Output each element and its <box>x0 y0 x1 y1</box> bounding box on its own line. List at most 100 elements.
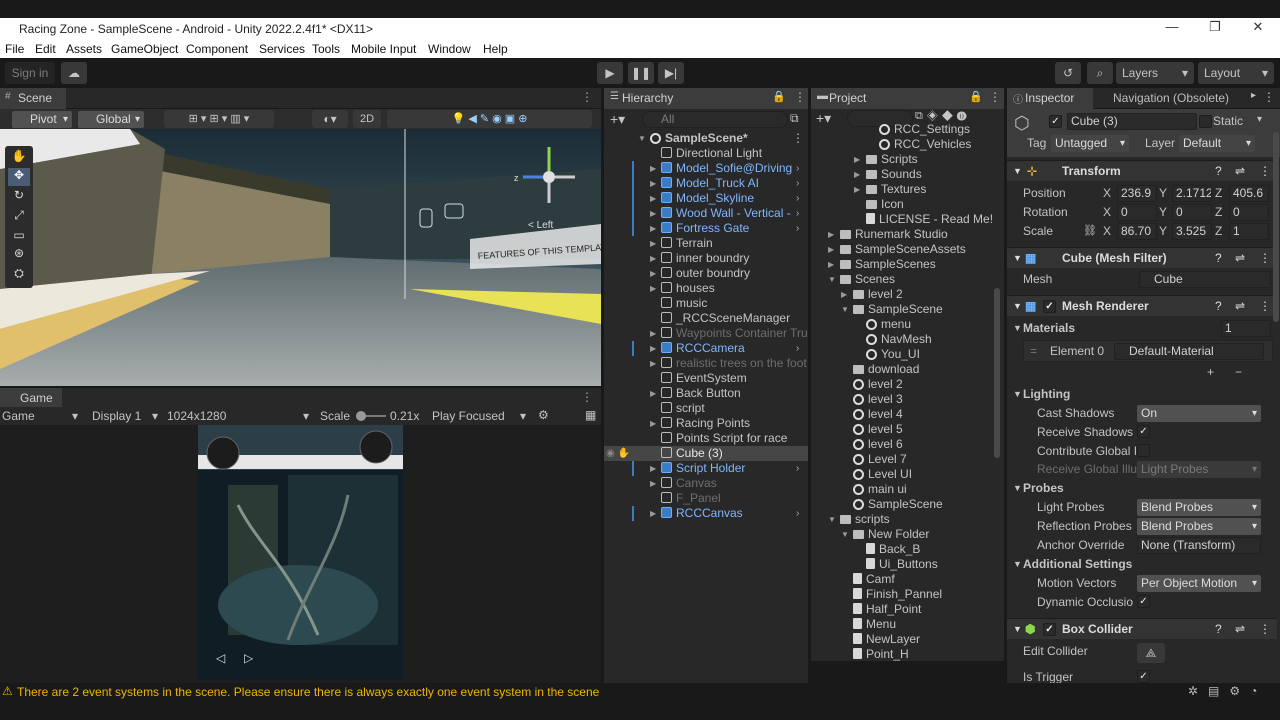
game-mode-dropdown[interactable]: Game ▾ <box>2 409 80 423</box>
expand-arrow-icon[interactable]: ▶ <box>650 326 656 341</box>
scene-root-more-icon[interactable]: ⋮ <box>792 131 804 146</box>
expand-arrow-icon[interactable]: ▶ <box>854 182 860 197</box>
transform-more-icon[interactable]: ⋮ <box>1259 161 1271 182</box>
static-dropdown-icon[interactable]: ▾ <box>1257 114 1262 125</box>
status-message[interactable]: There are 2 event systems in the scene. … <box>17 685 599 699</box>
hierarchy-item[interactable]: ▶ outer boundry <box>604 266 808 281</box>
expand-arrow-icon[interactable]: ▶ <box>854 152 860 167</box>
hierarchy-item[interactable]: ▶ Wood Wall - Vertical - › <box>604 206 808 221</box>
project-item[interactable]: level 4 <box>811 407 994 422</box>
hierarchy-item[interactable]: ▶ Racing Points <box>604 416 808 431</box>
menu-tools[interactable]: Tools <box>312 42 340 56</box>
hierarchy-item[interactable]: ▶ realistic trees on the foot <box>604 356 808 371</box>
hierarchy-item[interactable]: F_Panel <box>604 491 808 506</box>
mesh-field[interactable]: Cube <box>1139 271 1271 288</box>
close-button[interactable]: ✕ <box>1238 19 1278 39</box>
status-icons[interactable]: ✲▤⚙◔ <box>1188 684 1267 698</box>
rect-tool-icon[interactable]: ▭ <box>8 228 30 246</box>
open-prefab-chevron-icon[interactable]: › <box>796 176 799 191</box>
hierarchy-item[interactable]: ▶ Terrain <box>604 236 808 251</box>
reflection-probes-dropdown[interactable]: Blend Probes <box>1137 518 1261 535</box>
project-item[interactable]: Point_H <box>811 647 994 661</box>
project-scrollbar[interactable] <box>994 288 1000 458</box>
menu-assets[interactable]: Assets <box>66 42 102 56</box>
rotation-x-field[interactable]: 0 <box>1117 204 1157 221</box>
receive-shadows-checkbox[interactable]: ✓ <box>1137 425 1150 438</box>
visibility-icon[interactable]: ◉ ✋ <box>606 446 630 461</box>
add-material-icon[interactable]: + <box>1207 363 1214 381</box>
game-stats-icon[interactable]: ▦ <box>585 408 596 422</box>
game-settings-icon[interactable]: ⚙ <box>538 408 549 422</box>
expand-arrow-icon[interactable]: ▶ <box>650 161 656 176</box>
search-icon[interactable]: ⌕ <box>1087 62 1113 84</box>
project-item[interactable]: ▶ Textures <box>811 182 994 197</box>
project-more-icon[interactable]: ⋮ <box>989 90 1001 104</box>
open-prefab-chevron-icon[interactable]: › <box>796 506 799 521</box>
active-checkbox[interactable]: ✓ <box>1049 115 1062 128</box>
project-item[interactable]: main ui <box>811 482 994 497</box>
project-item[interactable]: Icon <box>811 197 994 212</box>
expand-arrow-icon[interactable]: ▶ <box>650 476 656 491</box>
inspector-tabs-chevron-icon[interactable]: ▸ <box>1251 90 1256 101</box>
hand-tool-icon[interactable]: ✋ <box>8 149 30 167</box>
hierarchy-item[interactable]: ▶ Model_Sofie@Driving › <box>604 161 808 176</box>
project-item[interactable]: ▶ Runemark Studio <box>811 227 994 242</box>
open-prefab-chevron-icon[interactable]: › <box>796 221 799 236</box>
project-item[interactable]: ▶ level 2 <box>811 287 994 302</box>
open-prefab-chevron-icon[interactable]: › <box>796 191 799 206</box>
project-item[interactable]: menu <box>811 317 994 332</box>
project-item[interactable]: Finish_Pannel <box>811 587 994 602</box>
object-name-input[interactable]: Cube (3) <box>1067 113 1197 130</box>
transform-tool-icon[interactable]: ⊛ <box>8 246 30 264</box>
game-more-icon[interactable]: ⋮ <box>581 390 593 404</box>
box-collider-enabled-checkbox[interactable]: ✓ <box>1043 623 1056 636</box>
hierarchy-item[interactable]: Points Script for race <box>604 431 808 446</box>
expand-arrow-icon[interactable]: ▶ <box>650 206 656 221</box>
scene-more-icon[interactable]: ⋮ <box>581 90 593 104</box>
scene-viewport[interactable]: FEATURES OF THIS TEMPLATE z < Left <box>0 129 601 386</box>
minimize-button[interactable]: — <box>1152 19 1192 39</box>
contribute-gi-checkbox[interactable] <box>1137 444 1150 457</box>
menu-services[interactable]: Services <box>259 42 305 56</box>
project-item[interactable]: ▼ SampleScene <box>811 302 994 317</box>
project-item[interactable]: ▶ Scripts <box>811 152 994 167</box>
expand-arrow-icon[interactable]: ▶ <box>650 221 656 236</box>
menu-edit[interactable]: Edit <box>35 42 56 56</box>
hierarchy-search-input[interactable]: All <box>642 111 788 128</box>
rotate-tool-icon[interactable]: ↻ <box>8 188 30 206</box>
transform-help-icon[interactable]: ? <box>1215 161 1222 182</box>
scale-x-field[interactable]: 86.70 <box>1117 223 1157 240</box>
expand-arrow-icon[interactable]: ▶ <box>650 506 656 521</box>
project-item[interactable]: level 5 <box>811 422 994 437</box>
project-item[interactable]: level 3 <box>811 392 994 407</box>
expand-arrow-icon[interactable]: ▶ <box>650 236 656 251</box>
project-item[interactable]: RCC_Vehicles <box>811 137 994 152</box>
tab-game[interactable]: Game <box>0 388 62 409</box>
hierarchy-item[interactable]: Cube (3) ◉ ✋ <box>604 446 808 461</box>
project-item[interactable]: ▶ SampleScenes <box>811 257 994 272</box>
hierarchy-item[interactable]: ▶ Model_Truck AI › <box>604 176 808 191</box>
expand-arrow-icon[interactable]: ▼ <box>841 527 849 542</box>
menu-file[interactable]: File <box>5 42 24 56</box>
restore-button[interactable]: ❐ <box>1195 19 1235 39</box>
rotation-y-field[interactable]: 0 <box>1172 204 1212 221</box>
scale-slider[interactable] <box>356 411 386 421</box>
expand-arrow-icon[interactable]: ▶ <box>854 167 860 182</box>
hierarchy-item[interactable]: ▶ Back Button <box>604 386 808 401</box>
open-prefab-chevron-icon[interactable]: › <box>796 206 799 221</box>
position-z-field[interactable]: 405.6 <box>1229 185 1269 202</box>
project-item[interactable]: Back_B <box>811 542 994 557</box>
scale-y-field[interactable]: 3.525 <box>1172 223 1212 240</box>
project-item[interactable]: Half_Point <box>811 602 994 617</box>
step-icon[interactable]: ▶| <box>658 62 684 84</box>
hierarchy-item[interactable]: ▶ Canvas <box>604 476 808 491</box>
hierarchy-more-icon[interactable]: ⋮ <box>794 90 806 104</box>
static-checkbox[interactable] <box>1199 115 1212 128</box>
expand-arrow-icon[interactable]: ▶ <box>828 257 834 272</box>
transform-header[interactable]: ▼ ⊹ Transform ? ⇌ ⋮ <box>1007 160 1277 181</box>
menu-window[interactable]: Window <box>428 42 471 56</box>
project-item[interactable]: level 6 <box>811 437 994 452</box>
scale-tool-icon[interactable]: ⤢ <box>8 208 30 226</box>
project-item[interactable]: level 2 <box>811 377 994 392</box>
expand-arrow-icon[interactable]: ▶ <box>650 341 656 356</box>
